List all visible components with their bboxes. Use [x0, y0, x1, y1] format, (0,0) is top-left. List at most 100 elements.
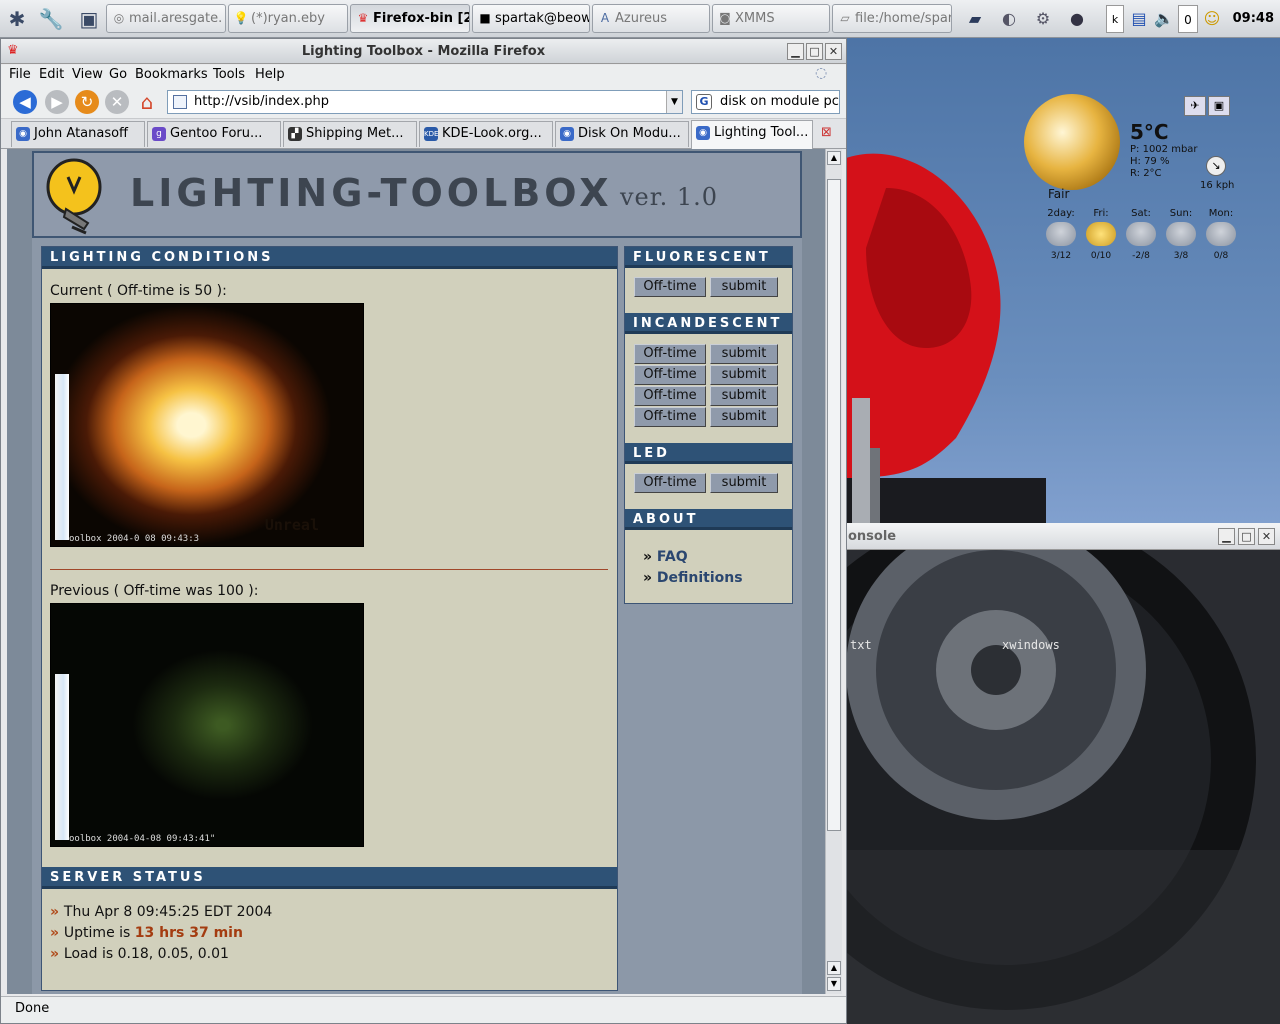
task-xmms[interactable]: ◙ XMMS: [712, 4, 830, 33]
menu-file[interactable]: File: [9, 66, 31, 84]
terminal-launcher-icon[interactable]: ▰: [960, 5, 990, 33]
incandescent-offtime-input-3[interactable]: Off-time: [634, 386, 706, 406]
globe-icon[interactable]: ●: [1062, 5, 1092, 33]
weather-day-temps: 0/8: [1213, 251, 1229, 261]
task-azureus[interactable]: A Azureus: [592, 4, 710, 33]
incandescent-submit-button-4[interactable]: submit: [710, 407, 778, 427]
maximize-button[interactable]: □: [1238, 528, 1255, 545]
definitions-link[interactable]: » Definitions: [643, 570, 743, 586]
menu-view[interactable]: View: [72, 66, 103, 84]
azureus-icon: A: [600, 11, 610, 25]
console-item[interactable]: xwindows: [1002, 638, 1060, 652]
search-field[interactable]: G disk on module pc: [691, 90, 840, 114]
wheel-wallpaper-image: [846, 550, 1280, 1024]
weather-day-label: Fri:: [1093, 208, 1109, 219]
clipboard-icon[interactable]: ▤: [1128, 5, 1150, 33]
camera-edge-stripe: [55, 674, 69, 840]
console-window[interactable]: onsole ▁ □ ✕ txt xwindows: [846, 523, 1280, 1024]
folder-icon: ▱: [840, 11, 850, 25]
menu-help[interactable]: Help: [255, 66, 285, 84]
task-spartak[interactable]: ■ spartak@beow: [472, 4, 590, 33]
close-tab-icon[interactable]: ⊠: [821, 125, 832, 140]
weather-temperature: 5°C: [1130, 120, 1169, 144]
google-search-icon[interactable]: G: [696, 94, 712, 110]
scroll-thumb[interactable]: [827, 179, 841, 831]
task-firefox[interactable]: ♛ Firefox-bin [2]: [350, 4, 470, 33]
page-icon: ◉: [16, 127, 30, 141]
weather-map-icon[interactable]: ✈: [1184, 96, 1206, 116]
incandescent-submit-button-1[interactable]: submit: [710, 344, 778, 364]
forward-icon[interactable]: ▶: [45, 90, 69, 114]
scroll-up-arrow-icon[interactable]: ▲: [827, 151, 841, 165]
weather-day-label: Sun:: [1169, 208, 1193, 219]
firefox-window[interactable]: ♛ Lighting Toolbox - Mozilla Firefox ▁ □…: [0, 38, 847, 1024]
home-icon[interactable]: ⌂: [135, 90, 159, 114]
wrench-icon[interactable]: 🔧: [36, 4, 66, 34]
menubar: File Edit View Go Bookmarks Tools Help ◌: [1, 65, 846, 85]
task-mail[interactable]: ◎ mail.aresgate.: [106, 4, 226, 33]
incandescent-heading: INCANDESCENT: [625, 313, 792, 334]
stop-icon[interactable]: ✕: [105, 90, 129, 114]
minimize-button[interactable]: ▁: [787, 43, 804, 60]
maximize-button[interactable]: □: [806, 43, 823, 60]
back-icon[interactable]: ◀: [13, 90, 37, 114]
url-dropdown-icon[interactable]: ▼: [666, 91, 682, 113]
led-submit-button[interactable]: submit: [710, 473, 778, 493]
konqueror-icon[interactable]: ◐: [994, 5, 1024, 33]
incandescent-submit-button-3[interactable]: submit: [710, 386, 778, 406]
weather-condition: Fair: [1048, 187, 1070, 201]
desktop-pager-icon[interactable]: ▣: [74, 4, 104, 34]
xmms-icon: ◙: [719, 11, 731, 25]
camera-edge-stripe: [55, 374, 69, 540]
incandescent-submit-button-2[interactable]: submit: [710, 365, 778, 385]
incandescent-offtime-input-2[interactable]: Off-time: [634, 365, 706, 385]
weather-camera-icon[interactable]: ▣: [1208, 96, 1230, 116]
firefox-titlebar[interactable]: ♛ Lighting Toolbox - Mozilla Firefox ▁ □…: [1, 39, 846, 64]
gaim-icon[interactable]: ☺: [1201, 5, 1223, 33]
incandescent-offtime-input-1[interactable]: Off-time: [634, 344, 706, 364]
reload-icon[interactable]: ↻: [75, 90, 99, 114]
menu-edit[interactable]: Edit: [39, 66, 64, 84]
tab-kde-look[interactable]: KDE KDE-Look.org...: [419, 121, 553, 147]
console-item[interactable]: txt: [850, 638, 872, 652]
weather-pressure: P: 1002 mbar: [1130, 144, 1198, 155]
menu-bookmarks[interactable]: Bookmarks: [135, 66, 208, 84]
minimize-button[interactable]: ▁: [1218, 528, 1235, 545]
fluorescent-offtime-input[interactable]: Off-time: [634, 277, 706, 297]
vertical-scrollbar[interactable]: ▲ ▲ ▼: [825, 149, 842, 994]
led-offtime-input[interactable]: Off-time: [634, 473, 706, 493]
logo-version: ver. 1.0: [620, 183, 719, 211]
navigation-toolbar: ◀ ▶ ↻ ✕ ⌂ http://vsib/index.php ▼ G disk…: [1, 85, 846, 119]
main-panel: LIGHTING CONDITIONS Current ( Off-time i…: [41, 246, 618, 991]
clock[interactable]: 09:48: [1233, 0, 1274, 38]
fluorescent-submit-button[interactable]: submit: [710, 277, 778, 297]
tab-lighting-toolbox[interactable]: ◉ Lighting Tool...: [691, 120, 813, 149]
page-icon: ◉: [560, 127, 574, 141]
kde-menu-icon[interactable]: ✱: [2, 4, 32, 34]
tab-shipping-methods[interactable]: ▞ Shipping Met...: [283, 121, 417, 147]
section-divider: [50, 569, 608, 570]
tray-counter[interactable]: 0: [1178, 5, 1198, 33]
gear-icon[interactable]: ⚙: [1028, 5, 1058, 33]
keyboard-layout-icon[interactable]: k: [1106, 5, 1124, 33]
close-button[interactable]: ✕: [1258, 528, 1275, 545]
bullet-icon: »: [643, 570, 657, 586]
task-file-manager[interactable]: ▱ file:/home/spar: [832, 4, 952, 33]
scroll-up-arrow-icon[interactable]: ▲: [827, 961, 841, 975]
current-image-caption: oolbox 2004-0 08 09:43:3: [69, 534, 200, 544]
task-ryan[interactable]: 💡 (*)ryan.eby: [228, 4, 348, 33]
console-titlebar[interactable]: onsole: [846, 523, 1280, 550]
tab-gentoo-forums[interactable]: g Gentoo Foru...: [147, 121, 281, 147]
scroll-down-arrow-icon[interactable]: ▼: [827, 977, 841, 991]
menu-tools[interactable]: Tools: [213, 66, 245, 84]
tab-john-atanasoff[interactable]: ◉ John Atanasoff: [11, 121, 145, 147]
tab-disk-on-module[interactable]: ◉ Disk On Modu...: [555, 121, 689, 147]
url-field[interactable]: http://vsib/index.php ▼: [167, 90, 683, 114]
incandescent-offtime-input-4[interactable]: Off-time: [634, 407, 706, 427]
server-load: » Load is 0.18, 0.05, 0.01: [50, 946, 229, 962]
close-button[interactable]: ✕: [825, 43, 842, 60]
volume-icon[interactable]: 🔈: [1153, 5, 1175, 33]
menu-go[interactable]: Go: [109, 66, 127, 84]
faq-link[interactable]: » FAQ: [643, 549, 688, 565]
weather-widget[interactable]: 5°C P: 1002 mbar H: 79 % R: 2°C 16 kph ✈…: [1020, 64, 1240, 274]
